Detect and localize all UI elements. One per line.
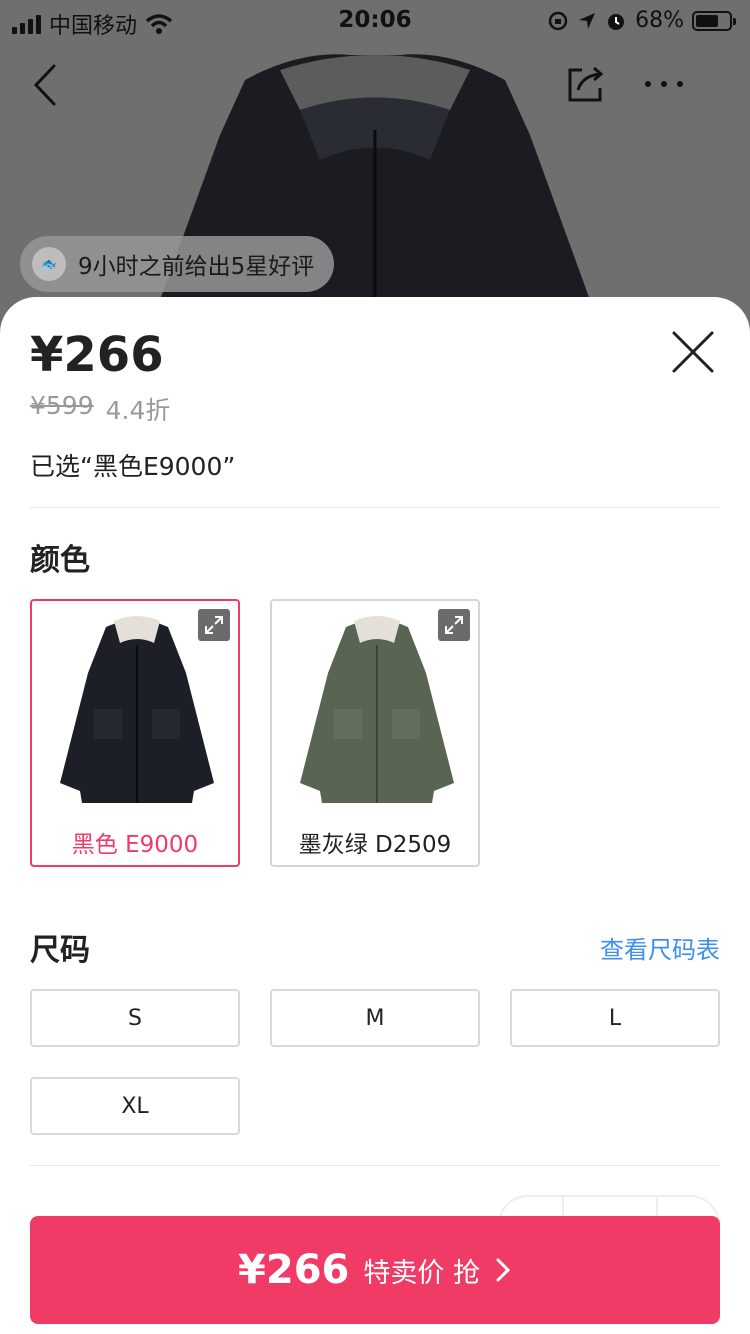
product-thumbnail-black: [60, 616, 214, 803]
color-option-black[interactable]: 黑色 E9000: [30, 599, 240, 867]
size-section-title: 尺码: [30, 933, 90, 968]
buy-button-price: ¥266: [238, 1247, 350, 1293]
location-icon: [579, 12, 596, 29]
size-option-l[interactable]: L: [510, 989, 720, 1047]
reviewer-avatar: 🐟: [32, 247, 66, 281]
review-text: 9小时之前给出5星好评: [78, 254, 315, 280]
divider: [30, 507, 720, 508]
divider: [30, 1165, 720, 1166]
expand-image-icon[interactable]: [198, 609, 230, 641]
battery-icon: [692, 10, 736, 31]
more-icon[interactable]: [640, 62, 688, 104]
chevron-right-icon: [496, 1258, 511, 1282]
color-option-green[interactable]: 墨灰绿 D2509: [270, 599, 480, 867]
color-option-label: 黑色 E9000: [71, 832, 199, 858]
original-price: ¥599: [30, 391, 94, 420]
size-option-xl[interactable]: XL: [30, 1077, 240, 1135]
product-thumbnail-green: [300, 616, 454, 803]
color-section-title: 颜色: [30, 543, 90, 578]
close-icon[interactable]: [668, 327, 718, 377]
current-price: ¥266: [30, 327, 164, 383]
alarm-icon: [608, 13, 625, 30]
status-bar: 中国移动 20:06 68%: [0, 0, 750, 40]
size-option-m[interactable]: M: [270, 989, 480, 1047]
expand-image-icon[interactable]: [438, 609, 470, 641]
selected-variant-text: 已选“黑色E9000”: [30, 452, 236, 481]
color-option-label: 墨灰绿 D2509: [298, 832, 452, 858]
rotation-lock-icon: [548, 11, 568, 30]
review-pill: 🐟 9小时之前给出5星好评: [20, 236, 335, 292]
share-icon[interactable]: [564, 62, 606, 104]
price-info-row: ¥599 4.4折: [30, 391, 170, 427]
sku-selector-sheet: ¥266 ¥599 4.4折 已选“黑色E9000” 颜色 黑色 E9000 墨…: [0, 297, 750, 1334]
buy-button[interactable]: ¥266 特卖价 抢: [30, 1216, 720, 1324]
size-option-s[interactable]: S: [30, 989, 240, 1047]
size-chart-link[interactable]: 查看尺码表: [600, 930, 720, 965]
discount-label: 4.4折: [105, 396, 171, 425]
buy-button-label: 特卖价 抢: [363, 1257, 480, 1289]
battery-percent: 68%: [635, 8, 684, 33]
back-icon[interactable]: [28, 62, 68, 108]
product-page-background: 中国移动 20:06 68% 🐟 9小时之前给出5星好评: [0, 0, 750, 330]
